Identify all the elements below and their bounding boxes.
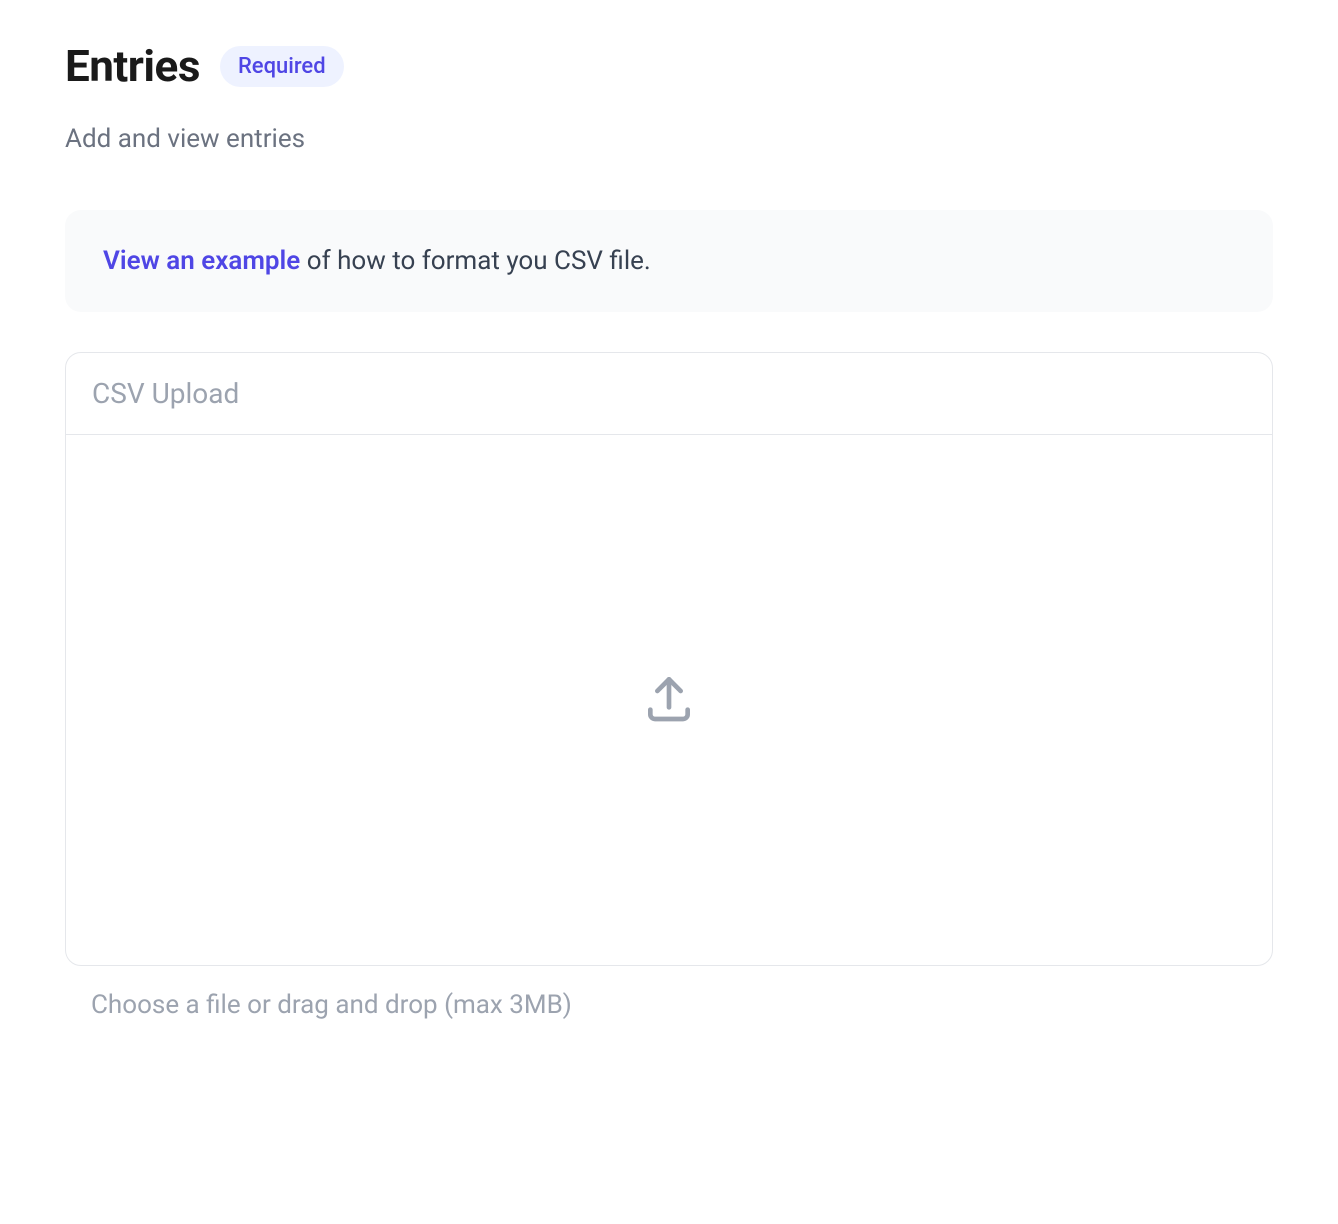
csv-upload-header: CSV Upload	[66, 353, 1272, 435]
required-badge: Required	[220, 46, 344, 87]
info-banner: View an example of how to format you CSV…	[65, 210, 1273, 312]
page-subtitle: Add and view entries	[65, 124, 1273, 154]
upload-helper-text: Choose a file or drag and drop (max 3MB)	[65, 966, 1273, 1020]
csv-upload-card: CSV Upload	[65, 352, 1273, 966]
page-header: Entries Required	[65, 40, 1273, 92]
upload-icon	[641, 670, 697, 730]
csv-upload-dropzone[interactable]	[66, 435, 1272, 965]
info-banner-text: of how to format you CSV file.	[300, 246, 650, 276]
page-title: Entries	[65, 40, 200, 92]
view-example-link[interactable]: View an example	[103, 246, 300, 276]
